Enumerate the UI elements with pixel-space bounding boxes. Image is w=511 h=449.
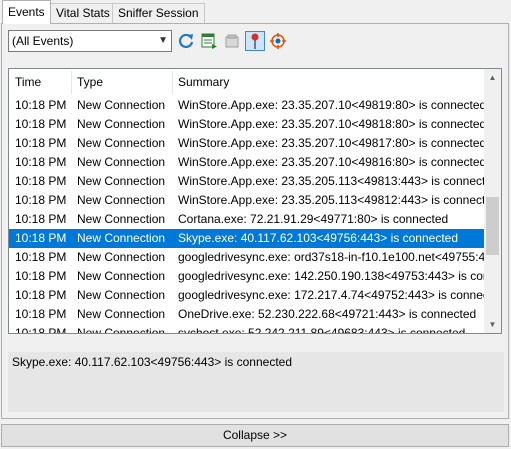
cell-time: 10:18 PM xyxy=(15,269,67,283)
refresh-icon xyxy=(179,33,194,49)
cell-time: 10:18 PM xyxy=(15,193,67,207)
cell-summary: OneDrive.exe: 52.230.222.68<49721:443> i… xyxy=(178,307,477,321)
table-row[interactable]: 10:18 PM New Connection WinStore.App.exe: … xyxy=(9,134,485,153)
table-row[interactable]: 10:18 PM New Connection WinStore.App.exe: … xyxy=(9,96,485,115)
chevron-down-icon: ▼ xyxy=(158,35,168,46)
cell-type: New Connection xyxy=(77,269,166,283)
details-pane: Skype.exe: 40.117.62.103<49756:443> is c… xyxy=(8,352,504,412)
table-row[interactable]: 10:18 PM New Connection WinStore.App.exe: … xyxy=(9,115,485,134)
cell-type: New Connection xyxy=(77,288,166,302)
cell-summary: WinStore.App.exe: 23.35.207.10<49819:80>… xyxy=(178,98,484,112)
cell-summary: WinStore.App.exe: 23.35.205.113<49813:44… xyxy=(178,174,484,188)
cell-type: New Connection xyxy=(77,212,166,226)
cell-time: 10:18 PM xyxy=(15,117,67,131)
cell-type: New Connection xyxy=(77,155,166,169)
toolbar: (All Events) ▼ xyxy=(8,30,498,52)
cell-time: 10:18 PM xyxy=(15,307,67,321)
cell-type: New Connection xyxy=(77,250,166,264)
refresh-button[interactable] xyxy=(176,31,196,51)
table-row[interactable]: 10:18 PM New Connection googledrivesync.ex… xyxy=(9,267,485,286)
cell-summary: Cortana.exe: 72.21.91.29<49771:80> is co… xyxy=(178,212,449,226)
table-row[interactable]: 10:18 PM New Connection Cortana.exe: 72.21… xyxy=(9,210,485,229)
clear-icon xyxy=(225,34,239,48)
scroll-up-icon[interactable]: ▲ xyxy=(484,69,501,86)
pin-button[interactable] xyxy=(245,31,265,51)
tab-vital-stats[interactable]: Vital Stats xyxy=(50,3,116,23)
cell-summary: WinStore.App.exe: 23.35.205.113<49812:44… xyxy=(178,193,484,207)
cell-summary: WinStore.App.exe: 23.35.207.10<49817:80>… xyxy=(178,136,484,150)
table-row[interactable]: 10:18 PM New Connection googledrivesync.ex… xyxy=(9,248,485,267)
list-rows: 10:18 PM New Connection WinStore.App.exe: … xyxy=(9,96,485,334)
cell-summary: svchost.exe: 52.242.211.89<49683:443> is… xyxy=(178,326,466,334)
cell-type: New Connection xyxy=(77,307,166,321)
column-header-type[interactable]: Type xyxy=(71,69,103,96)
cell-type: New Connection xyxy=(77,231,166,245)
vertical-scrollbar[interactable]: ▲ ▼ xyxy=(484,69,501,333)
tab-sniffer-session[interactable]: Sniffer Session xyxy=(112,3,205,23)
event-filter-value: (All Events) xyxy=(12,34,74,48)
table-row[interactable]: 10:18 PM New Connection WinStore.App.exe: … xyxy=(9,191,485,210)
export-button[interactable] xyxy=(199,31,219,51)
event-filter-select[interactable]: (All Events) ▼ xyxy=(8,30,172,52)
target-icon xyxy=(270,33,286,49)
tab-strip: Events Vital Stats Sniffer Session xyxy=(0,0,511,24)
column-header-summary[interactable]: Summary xyxy=(172,69,229,96)
table-row[interactable]: 10:18 PM New Connection googledrivesync.ex… xyxy=(9,286,485,305)
cell-type: New Connection xyxy=(77,117,166,131)
export-excel-icon xyxy=(201,33,217,49)
tab-events[interactable]: Events xyxy=(2,0,51,24)
cell-time: 10:18 PM xyxy=(15,174,67,188)
cell-time: 10:18 PM xyxy=(15,98,67,112)
cell-time: 10:18 PM xyxy=(15,326,67,334)
collapse-button[interactable]: Collapse >> xyxy=(1,424,509,447)
scrollbar-thumb[interactable] xyxy=(486,197,499,255)
cell-summary: WinStore.App.exe: 23.35.207.10<49818:80>… xyxy=(178,117,484,131)
cell-summary: Skype.exe: 40.117.62.103<49756:443> is c… xyxy=(178,231,459,245)
cell-type: New Connection xyxy=(77,193,166,207)
cell-time: 10:18 PM xyxy=(15,288,67,302)
cell-time: 10:18 PM xyxy=(15,250,67,264)
table-row[interactable]: 10:18 PM New Connection svchost.exe: 52.24… xyxy=(9,324,485,334)
cell-type: New Connection xyxy=(77,98,166,112)
cell-time: 10:18 PM xyxy=(15,212,67,226)
cell-summary: googledrivesync.exe: 172.217.4.74<49752:… xyxy=(178,288,484,302)
table-row[interactable]: 10:18 PM New Connection WinStore.App.exe: … xyxy=(9,172,485,191)
pin-icon xyxy=(251,33,259,49)
events-panel: (All Events) ▼ Time Type Summary 10:18 P… xyxy=(1,23,509,419)
target-button[interactable] xyxy=(268,31,288,51)
cell-type: New Connection xyxy=(77,174,166,188)
scroll-down-icon[interactable]: ▼ xyxy=(484,316,501,333)
table-row[interactable]: 10:18 PM New Connection OneDrive.exe: 52.2… xyxy=(9,305,485,324)
cell-time: 10:18 PM xyxy=(15,136,67,150)
cell-summary: googledrivesync.exe: 142.250.190.138<497… xyxy=(178,269,484,283)
details-text: Skype.exe: 40.117.62.103<49756:443> is c… xyxy=(12,355,293,369)
events-list[interactable]: Time Type Summary 10:18 PM New Connection… xyxy=(8,68,502,334)
list-header: Time Type Summary xyxy=(9,69,485,96)
table-row[interactable]: 10:18 PM New Connection Skype.exe: 40.117.… xyxy=(9,229,485,248)
table-row[interactable]: 10:18 PM New Connection WinStore.App.exe: … xyxy=(9,153,485,172)
cell-summary: googledrivesync.exe: ord37s18-in-f10.1e1… xyxy=(178,250,484,264)
column-header-time[interactable]: Time xyxy=(9,69,41,96)
clear-button[interactable] xyxy=(222,31,242,51)
cell-summary: WinStore.App.exe: 23.35.207.10<49816:80>… xyxy=(178,155,484,169)
cell-time: 10:18 PM xyxy=(15,155,67,169)
cell-type: New Connection xyxy=(77,136,166,150)
cell-type: New Connection xyxy=(77,326,166,334)
cell-time: 10:18 PM xyxy=(15,231,67,245)
